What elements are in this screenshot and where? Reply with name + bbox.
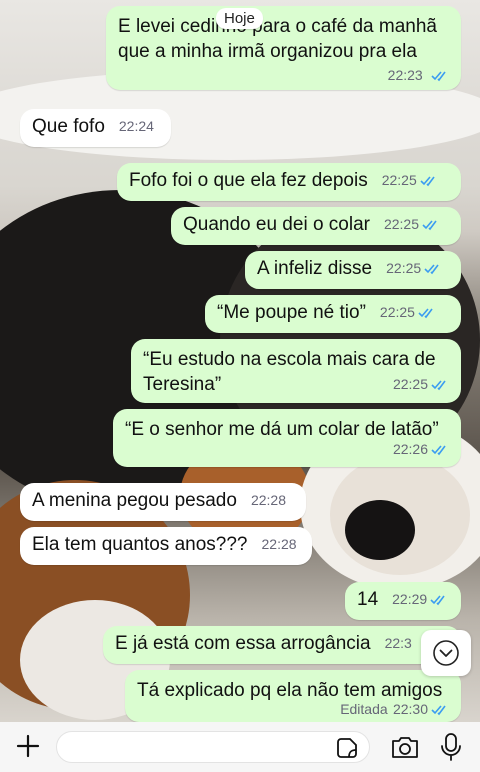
double-check-icon xyxy=(420,176,435,187)
camera-icon[interactable] xyxy=(390,734,420,760)
date-chip: Hoje xyxy=(216,8,263,29)
message-bubble-outgoing[interactable]: Tá explicado pq ela não tem amigos Edita… xyxy=(125,670,461,722)
message-text: “Me poupe né tio” xyxy=(217,302,366,323)
message-time: 22:25 xyxy=(381,172,417,188)
message-bubble-incoming[interactable]: Ela tem quantos anos??? 22:28 xyxy=(20,527,312,565)
double-check-icon xyxy=(418,308,433,319)
double-check-icon xyxy=(431,71,446,82)
double-check-icon xyxy=(422,220,437,231)
message-time: 22:25 xyxy=(379,304,415,320)
double-check-icon xyxy=(431,705,446,716)
message-text: 14 xyxy=(357,589,379,610)
message-bubble-outgoing[interactable]: 14 22:29 xyxy=(345,582,461,620)
message-list[interactable]: E levei cedinho para o café da manhã que… xyxy=(0,0,480,722)
chevron-down-icon xyxy=(433,640,459,666)
message-bubble-outgoing[interactable]: “Eu estudo na escola mais cara de Teresi… xyxy=(131,339,461,403)
message-text: Fofo foi o que ela fez depois xyxy=(129,170,368,191)
plus-icon[interactable] xyxy=(14,732,42,760)
message-bubble-outgoing[interactable]: Fofo foi o que ela fez depois 22:25 xyxy=(117,163,461,201)
message-bubble-outgoing[interactable]: A infeliz disse 22:25 xyxy=(245,251,461,289)
message-bubble-incoming[interactable]: Que fofo 22:24 xyxy=(20,109,171,147)
message-time: 22:25 xyxy=(383,216,420,232)
message-input[interactable] xyxy=(56,731,370,763)
message-time: 22:24 xyxy=(118,118,154,134)
message-bubble-outgoing[interactable]: “E o senhor me dá um colar de latão” 22:… xyxy=(113,409,461,467)
message-bubble-outgoing[interactable]: E levei cedinho para o café da manhã que… xyxy=(106,6,461,90)
message-bubble-outgoing[interactable]: “Me poupe né tio” 22:25 xyxy=(205,295,461,333)
message-text: Que fofo xyxy=(32,116,105,137)
double-check-icon xyxy=(431,445,446,456)
message-input-bar xyxy=(0,722,480,772)
message-time: 22:25 xyxy=(392,376,428,392)
message-text: Ela tem quantos anos??? xyxy=(32,534,248,555)
message-bubble-incoming[interactable]: A menina pegou pesado 22:28 xyxy=(20,483,306,521)
sticker-icon[interactable] xyxy=(335,736,359,760)
message-time: 22:28 xyxy=(250,492,286,508)
message-time: 22:29 xyxy=(392,591,428,607)
message-time: 22:28 xyxy=(261,536,297,552)
message-time: 22:23 xyxy=(387,67,423,83)
message-text: A menina pegou pesado xyxy=(32,490,237,511)
message-bubble-outgoing[interactable]: Quando eu dei o colar 22:25 xyxy=(171,207,461,245)
message-time: 22:3 xyxy=(384,635,412,651)
double-check-icon xyxy=(424,264,439,275)
microphone-icon[interactable] xyxy=(440,732,462,762)
message-text: E já está com essa arrogância xyxy=(115,633,371,654)
message-time: 22:25 xyxy=(386,260,422,276)
message-text: A infeliz disse xyxy=(257,258,373,279)
message-text: E levei cedinho para o café da manhã que… xyxy=(118,16,437,62)
scroll-to-bottom-button[interactable] xyxy=(421,630,471,676)
double-check-icon xyxy=(430,595,445,606)
message-bubble-outgoing[interactable]: E já está com essa arrogância 22:3 xyxy=(103,626,461,664)
message-text: Quando eu dei o colar xyxy=(183,214,370,235)
double-check-icon xyxy=(431,380,446,391)
message-time: 22:30 xyxy=(392,701,428,717)
message-time: 22:26 xyxy=(392,441,428,457)
edited-label: Editada xyxy=(340,701,388,717)
